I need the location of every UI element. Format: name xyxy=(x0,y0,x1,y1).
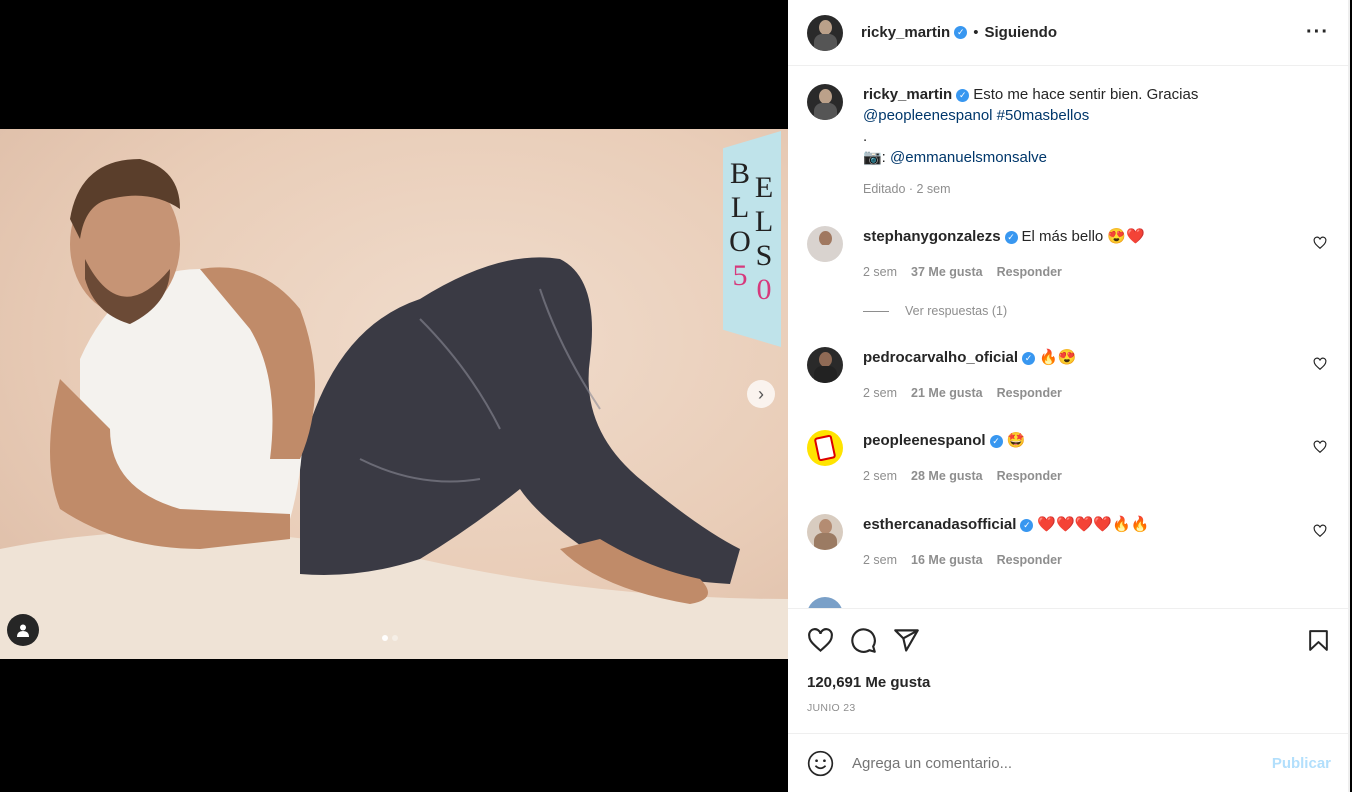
verified-badge-icon: ✓ xyxy=(956,88,970,102)
post-date[interactable]: JUNIO 23 xyxy=(807,702,1331,714)
comment-meta: 2 sem 37 Me gusta Responder xyxy=(863,265,1062,279)
comment-username[interactable]: pedrocarvalho_oficial xyxy=(863,349,1018,366)
caption-meta: Editado · 2 sem xyxy=(863,182,951,196)
action-icons xyxy=(807,609,1331,671)
comment-body: pedrocarvalho_oficial ✓ 🔥😍 xyxy=(863,347,1303,368)
comment-likes[interactable]: 37 Me gusta xyxy=(911,265,983,279)
reply-button[interactable]: Responder xyxy=(997,469,1062,483)
post-media-pane: BLO5 ELS0 › xyxy=(0,0,788,792)
comment-username[interactable]: peopleenespanol xyxy=(863,432,986,449)
tagged-users-button[interactable] xyxy=(7,614,39,646)
verified-badge-icon: ✓ xyxy=(1004,230,1018,244)
view-replies[interactable]: Ver respuestas (1) xyxy=(863,304,1007,318)
next-photo-button[interactable]: › xyxy=(747,380,775,408)
post-photo[interactable]: BLO5 ELS0 xyxy=(0,129,788,659)
comment-username[interactable]: stephanygonzalezs xyxy=(863,228,1001,245)
verified-badge-icon: ✓ xyxy=(989,434,1003,448)
caption-username[interactable]: ricky_martin xyxy=(863,86,952,103)
caption-avatar[interactable] xyxy=(807,84,843,120)
comments-list[interactable]: ricky_martin ✓ Esto me hace sentir bien. G… xyxy=(788,67,1350,608)
comment-time[interactable]: 2 sem xyxy=(863,265,897,279)
commenter-avatar[interactable] xyxy=(807,597,843,608)
comment-body: peopleenespanol ✓ 🤩 xyxy=(863,430,1303,451)
publish-button[interactable]: Publicar xyxy=(1272,755,1331,772)
more-options-icon[interactable]: ··· xyxy=(1306,21,1329,44)
comment-text: 🤩 xyxy=(1006,432,1026,449)
like-count[interactable]: 120,691 Me gusta xyxy=(807,674,1331,691)
author-avatar[interactable] xyxy=(807,14,843,51)
carousel-dot-active xyxy=(382,635,388,641)
author-username[interactable]: ricky_martin xyxy=(861,24,950,41)
caption-edited-time: Editado · 2 sem xyxy=(863,182,951,196)
add-comment-bar: Publicar xyxy=(788,733,1350,792)
caption-text: Esto me hace sentir bien. Gracias xyxy=(973,86,1199,103)
caption-body: ricky_martin ✓ Esto me hace sentir bien. G… xyxy=(863,84,1303,168)
comment-input[interactable] xyxy=(852,754,1272,772)
comment-body: stephanygonzalezs ✓ El más bello 😍❤️ xyxy=(863,226,1303,247)
caption-mention-people[interactable]: @peopleenespanol xyxy=(863,107,993,124)
instagram-post-modal: BLO5 ELS0 › ricky_martin ✓ • Siguiendo ·… xyxy=(0,0,1352,792)
photo-illustration xyxy=(0,159,788,659)
reply-button[interactable]: Responder xyxy=(997,553,1062,567)
like-heart-icon[interactable] xyxy=(807,627,834,654)
commenter-avatar[interactable] xyxy=(807,430,843,466)
bellos-50-banner: BLO5 ELS0 xyxy=(723,131,781,347)
commenter-avatar[interactable] xyxy=(807,514,843,550)
comment-username[interactable]: esthercanadasofficial xyxy=(863,516,1016,533)
comment-meta: 2 sem 28 Me gusta Responder xyxy=(863,469,1062,483)
replies-line xyxy=(863,310,889,312)
comment-likes[interactable]: 28 Me gusta xyxy=(911,469,983,483)
comment-like-heart-icon[interactable] xyxy=(1313,236,1327,250)
comment-meta: 2 sem 21 Me gusta Responder xyxy=(863,386,1062,400)
verified-badge-icon: ✓ xyxy=(1020,518,1034,532)
comment-time[interactable]: 2 sem xyxy=(863,553,897,567)
comment-time[interactable]: 2 sem xyxy=(863,469,897,483)
verified-badge-icon: ✓ xyxy=(954,26,968,39)
carousel-indicator xyxy=(382,635,398,641)
post-header: ricky_martin ✓ • Siguiendo ··· xyxy=(788,0,1348,66)
caption-hashtag[interactable]: #50masbellos xyxy=(997,107,1090,124)
comment-meta: 2 sem 16 Me gusta Responder xyxy=(863,553,1062,567)
comment-text: ❤️❤️❤️❤️🔥🔥 xyxy=(1037,516,1150,533)
reply-button[interactable]: Responder xyxy=(997,265,1062,279)
caption-dot: . xyxy=(863,128,868,145)
comment-like-heart-icon[interactable] xyxy=(1313,524,1327,538)
emoji-smiley-icon[interactable] xyxy=(807,750,834,777)
caption-mention-photographer[interactable]: @emmanuelsmonsalve xyxy=(890,149,1047,166)
view-replies-label[interactable]: Ver respuestas (1) xyxy=(905,304,1007,318)
commenter-avatar[interactable] xyxy=(807,226,843,262)
comment-likes[interactable]: 21 Me gusta xyxy=(911,386,983,400)
verified-badge-icon: ✓ xyxy=(1022,351,1036,365)
carousel-dot xyxy=(392,635,398,641)
save-bookmark-icon[interactable] xyxy=(1306,627,1331,654)
comment-text: El más bello 😍❤️ xyxy=(1021,228,1145,245)
banner-letters-right: ELS0 xyxy=(754,171,774,306)
user-icon xyxy=(17,624,29,637)
following-button[interactable]: Siguiendo xyxy=(984,24,1057,41)
commenter-avatar[interactable] xyxy=(807,347,843,383)
comment-bubble-icon[interactable] xyxy=(850,627,877,654)
comment-like-heart-icon[interactable] xyxy=(1313,440,1327,454)
reply-button[interactable]: Responder xyxy=(997,386,1062,400)
header-separator: • xyxy=(973,24,979,41)
comment-body: esthercanadasofficial ✓ ❤️❤️❤️❤️🔥🔥 xyxy=(863,514,1303,535)
comment-like-heart-icon[interactable] xyxy=(1313,357,1327,371)
post-side-pane: ricky_martin ✓ • Siguiendo ··· ricky_mar… xyxy=(788,0,1350,792)
comment-time[interactable]: 2 sem xyxy=(863,386,897,400)
comment-likes[interactable]: 16 Me gusta xyxy=(911,553,983,567)
share-send-icon[interactable] xyxy=(893,627,920,654)
camera-emoji: 📷: xyxy=(863,149,886,166)
comment-text: 🔥😍 xyxy=(1039,349,1077,366)
post-actions: 120,691 Me gusta JUNIO 23 xyxy=(788,608,1350,733)
